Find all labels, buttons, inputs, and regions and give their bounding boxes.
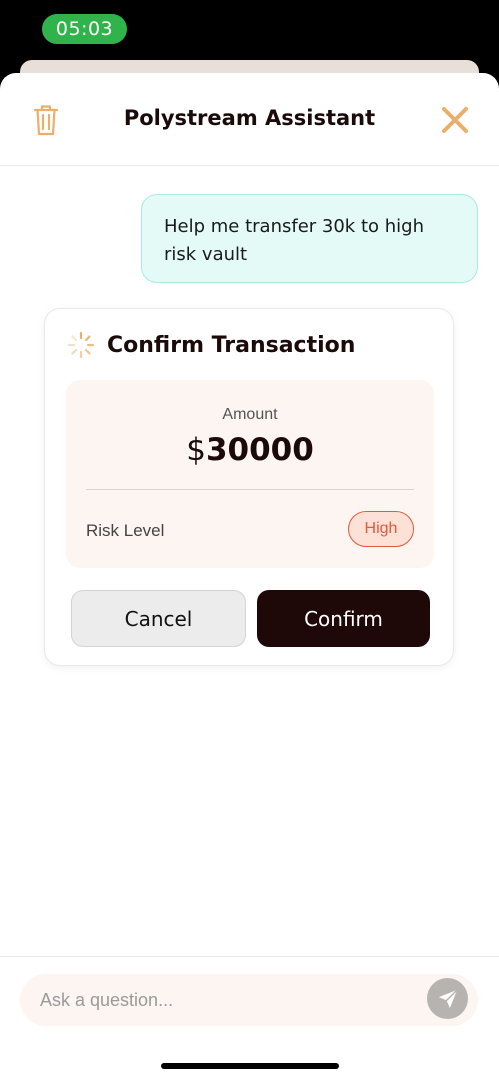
risk-level-badge: High [348, 511, 414, 547]
cancel-button[interactable]: Cancel [71, 590, 246, 647]
close-icon[interactable] [440, 105, 470, 135]
amount-number: 30000 [205, 432, 314, 468]
user-message-bubble: Help me transfer 30k to high risk vault [141, 194, 478, 283]
home-indicator [161, 1063, 339, 1069]
status-time: 05:03 [42, 14, 127, 44]
transaction-card: Confirm Transaction Amount $30000 Risk L… [44, 308, 454, 666]
question-input[interactable] [40, 974, 420, 1026]
amount-label: Amount [222, 406, 278, 423]
divider [86, 489, 414, 490]
transaction-details-panel: Amount $30000 Risk Level High [66, 380, 434, 568]
send-button[interactable] [427, 978, 468, 1019]
loading-spinner-icon [67, 331, 95, 359]
send-icon [438, 988, 458, 1008]
page-title: Polystream Assistant [123, 106, 376, 130]
risk-level-label: Risk Level [86, 521, 165, 540]
header: Polystream Assistant [0, 73, 499, 166]
composer-bar [20, 974, 478, 1026]
confirm-button[interactable]: Confirm [257, 590, 430, 647]
currency-symbol: $ [186, 432, 206, 468]
footer-divider [0, 956, 499, 957]
assistant-sheet: Polystream Assistant Help me transfer 30… [0, 73, 499, 1080]
transaction-title: Confirm Transaction [107, 333, 356, 358]
amount-value: $30000 [66, 432, 434, 468]
